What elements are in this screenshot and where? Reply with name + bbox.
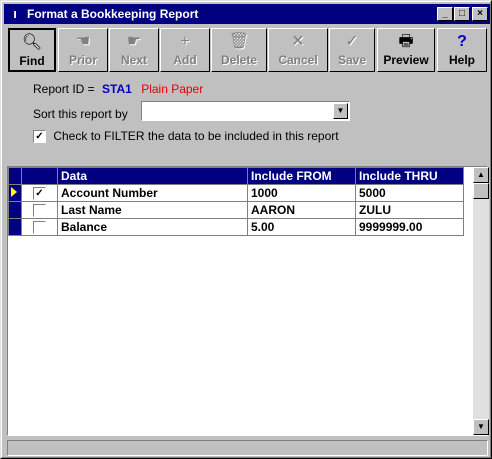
- minimize-button[interactable]: _: [437, 7, 453, 21]
- vertical-scrollbar[interactable]: ▲ ▼: [473, 167, 489, 435]
- column-header-data[interactable]: Data: [57, 167, 248, 185]
- table-row[interactable]: ✓ Account Number 1000 5000: [8, 184, 464, 202]
- sort-label: Sort this report by: [33, 107, 128, 121]
- window-frame: ı Format a Bookkeeping Report _ □ × 🔍︎ F…: [1, 1, 491, 458]
- cell-from[interactable]: 1000: [247, 184, 356, 202]
- grid-table: Data Include FROM Include THRU ✓ Account…: [8, 167, 464, 236]
- next-button[interactable]: ☛ Next: [109, 28, 159, 72]
- cancel-button[interactable]: ✕ Cancel: [268, 28, 328, 72]
- row-selector[interactable]: [8, 184, 22, 202]
- cell-thru[interactable]: ZULU: [355, 201, 464, 219]
- window-title: Format a Bookkeeping Report: [27, 7, 199, 21]
- cell-thru[interactable]: 5000: [355, 184, 464, 202]
- close-button[interactable]: ×: [472, 7, 488, 21]
- row-checkbox[interactable]: ✓: [33, 187, 46, 201]
- maximize-button[interactable]: □: [454, 7, 470, 21]
- column-header-from[interactable]: Include FROM: [247, 167, 356, 185]
- cell-data[interactable]: Account Number: [57, 184, 248, 202]
- add-button[interactable]: + Add: [160, 28, 210, 72]
- paper-type: Plain Paper: [141, 82, 204, 96]
- add-label: Add: [173, 53, 197, 67]
- filter-grid: Data Include FROM Include THRU ✓ Account…: [7, 166, 489, 436]
- delete-button[interactable]: 🗑︎ Delete: [211, 28, 267, 72]
- find-label: Find: [19, 54, 45, 68]
- row-check-cell[interactable]: [21, 201, 58, 219]
- save-button[interactable]: ✓ Save: [329, 28, 375, 72]
- row-selector-header: [8, 167, 22, 185]
- report-id-label: Report ID =: [33, 82, 95, 96]
- preview-button[interactable]: 🖶︎ Preview: [377, 28, 435, 72]
- prior-button[interactable]: ☚ Prior: [58, 28, 108, 72]
- question-mark-icon: ?: [457, 33, 467, 50]
- table-row[interactable]: Balance 5.00 9999999.00: [8, 218, 464, 236]
- pointing-hand-left-icon: ☚: [75, 33, 91, 50]
- save-label: Save: [337, 53, 367, 67]
- cell-data[interactable]: Last Name: [57, 201, 248, 219]
- row-checkbox[interactable]: [33, 221, 46, 235]
- next-label: Next: [120, 53, 147, 67]
- report-id-line: Report ID = STA1 Plain Paper: [33, 82, 203, 96]
- toolbar: 🔍︎ Find ☚ Prior ☛ Next + Add 🗑︎ Delete ✕…: [8, 28, 488, 72]
- column-header-thru[interactable]: Include THRU: [355, 167, 464, 185]
- preview-label: Preview: [383, 53, 429, 67]
- table-row[interactable]: Last Name AARON ZULU: [8, 201, 464, 219]
- trash-can-icon: 🗑︎: [228, 33, 250, 50]
- checkmark-icon: ✓: [345, 33, 359, 50]
- sort-select[interactable]: ▼: [141, 101, 350, 121]
- filter-label: Check to FILTER the data to be included …: [53, 129, 339, 143]
- scroll-up-arrow-icon[interactable]: ▲: [473, 167, 489, 183]
- find-button[interactable]: 🔍︎ Find: [8, 28, 56, 72]
- row-checkbox[interactable]: [33, 204, 46, 218]
- cell-thru[interactable]: 9999999.00: [355, 218, 464, 236]
- row-check-cell[interactable]: [21, 218, 58, 236]
- cancel-label: Cancel: [278, 53, 318, 67]
- row-selector[interactable]: [8, 218, 22, 236]
- pointing-hand-right-icon: ☛: [126, 33, 142, 50]
- status-bar: [7, 440, 488, 456]
- prior-label: Prior: [68, 53, 97, 67]
- report-window: ı Format a Bookkeeping Report _ □ × 🔍︎ F…: [0, 0, 492, 459]
- report-id-value: STA1: [102, 82, 132, 96]
- help-label: Help: [448, 53, 475, 67]
- printer-icon: 🖶︎: [398, 33, 414, 50]
- grid-header-row: Data Include FROM Include THRU: [8, 167, 464, 185]
- scroll-down-arrow-icon[interactable]: ▼: [473, 419, 489, 435]
- scroll-thumb[interactable]: [473, 183, 489, 199]
- delete-label: Delete: [220, 53, 258, 67]
- magnifier-icon: 🔍︎: [21, 34, 43, 51]
- row-check-cell[interactable]: ✓: [21, 184, 58, 202]
- plus-icon: +: [180, 33, 190, 50]
- title-bar[interactable]: ı Format a Bookkeeping Report _ □ ×: [4, 4, 490, 24]
- row-selector[interactable]: [8, 201, 22, 219]
- current-row-arrow-icon: [11, 187, 17, 197]
- cross-icon: ✕: [291, 33, 305, 50]
- cell-from[interactable]: AARON: [247, 201, 356, 219]
- filter-row: ✓ Check to FILTER the data to be include…: [33, 129, 339, 144]
- app-icon[interactable]: ı: [7, 6, 23, 22]
- dropdown-arrow-icon[interactable]: ▼: [333, 103, 348, 119]
- check-column-header: [21, 167, 58, 185]
- filter-checkbox[interactable]: ✓: [33, 130, 46, 144]
- cell-data[interactable]: Balance: [57, 218, 248, 236]
- cell-from[interactable]: 5.00: [247, 218, 356, 236]
- help-button[interactable]: ? Help: [437, 28, 487, 72]
